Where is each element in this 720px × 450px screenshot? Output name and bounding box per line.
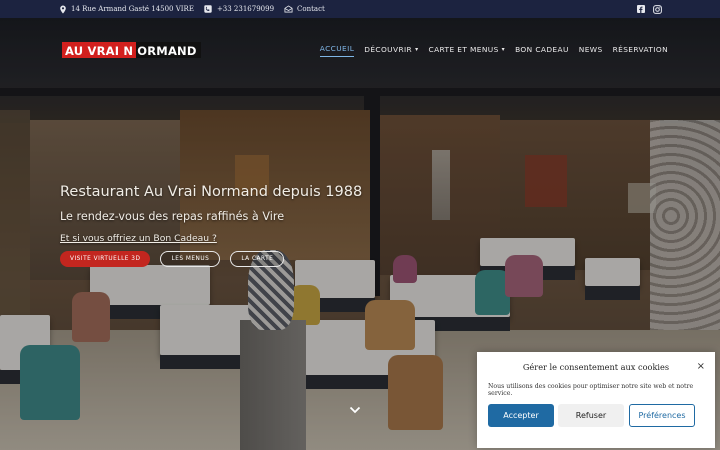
address-info: 14 Rue Armand Gasté 14500 VIRE [58, 5, 194, 14]
cookie-consent-banner: Gérer le consentement aux cookies × Nous… [477, 352, 715, 448]
nav-accueil[interactable]: ACCUEIL [319, 44, 355, 57]
phone-icon [204, 5, 213, 14]
hero-subtitle: Le rendez-vous des repas raffinés à Vire [60, 210, 285, 223]
chevron-down-icon: ▾ [501, 45, 506, 53]
facebook-icon[interactable] [636, 5, 645, 14]
nav-label: DÉCOUVRIR [364, 44, 413, 54]
logo-red-part: AU VRAI N [62, 42, 137, 58]
carte-button[interactable]: LA CARTE [230, 251, 285, 267]
address-text: 14 Rue Armand Gasté 14500 VIRE [71, 5, 194, 13]
cookie-title: Gérer le consentement aux cookies [522, 362, 670, 372]
nav-reservation[interactable]: RÉSERVATION [613, 44, 668, 57]
main-navigation: ACCUEIL DÉCOUVRIR ▾ CARTE ET MENUS ▾ BON C… [319, 44, 668, 57]
phone-text[interactable]: +33 231679099 [217, 5, 274, 13]
hero-buttons: VISITE VIRTUELLE 3D LES MENUS LA CARTE [60, 251, 285, 267]
chevron-down-icon: ▾ [415, 45, 419, 53]
accept-cookies-button[interactable]: Accepter [488, 404, 554, 427]
phone-info[interactable]: +33 231679099 [204, 5, 274, 14]
gift-card-link[interactable]: Et si vous offriez un Bon Cadeau ? [60, 233, 217, 244]
social-links [636, 4, 662, 14]
instagram-icon[interactable] [653, 4, 662, 14]
top-bar: 14 Rue Armand Gasté 14500 VIRE +33 23167… [0, 0, 720, 18]
nav-label: CARTE ET MENUS [428, 44, 499, 54]
hero-title: Restaurant Au Vrai Normand depuis 1988 [60, 184, 363, 200]
nav-label: ACCUEIL [319, 44, 355, 53]
cookie-preferences-button[interactable]: Préférences [629, 404, 695, 427]
nav-decouvrir[interactable]: DÉCOUVRIR ▾ [364, 44, 418, 57]
nav-label: NEWS [578, 44, 603, 54]
mail-icon [284, 5, 293, 14]
close-icon[interactable]: × [697, 361, 705, 372]
nav-label: BON CADEAU [515, 44, 569, 54]
nav-bon-cadeau[interactable]: BON CADEAU [515, 44, 569, 57]
nav-carte-et-menus[interactable]: CARTE ET MENUS ▾ [429, 44, 506, 57]
location-icon [58, 5, 67, 14]
contact-link[interactable]: Contact [297, 5, 325, 13]
contact-info[interactable]: Contact [284, 5, 325, 14]
site-logo[interactable]: AU VRAI N ORMAND [62, 42, 201, 58]
cookie-message: Nous utilisons des cookies pour optimise… [488, 383, 694, 397]
refuse-cookies-button[interactable]: Refuser [558, 404, 624, 427]
nav-label: RÉSERVATION [612, 44, 668, 54]
scroll-down-chevron-icon[interactable] [348, 402, 362, 416]
virtual-tour-button[interactable]: VISITE VIRTUELLE 3D [60, 251, 151, 267]
logo-black-part: ORMAND [136, 42, 201, 58]
nav-news[interactable]: NEWS [579, 44, 603, 57]
menus-button[interactable]: LES MENUS [160, 251, 221, 267]
